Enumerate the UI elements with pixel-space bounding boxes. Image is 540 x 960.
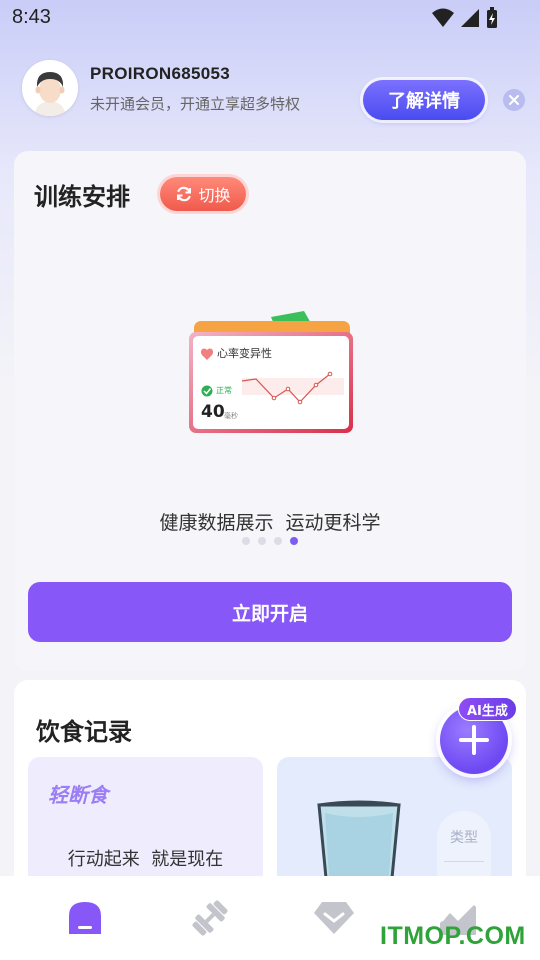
- home-icon: [69, 902, 101, 934]
- member-tip: 未开通会员，开通立享超多特权: [90, 95, 301, 113]
- hrv-card-title: 心率变异性: [217, 347, 272, 360]
- status-bar: 8:43: [0, 0, 540, 36]
- training-card: 训练安排 切换 心率变异性 正常 40 毫秒 健康数据展示 运动更科学 立即开启: [14, 151, 526, 671]
- fasting-subtitle: 行动起来 就是现在: [67, 849, 224, 870]
- refresh-icon: [177, 186, 192, 202]
- hrv-status: 正常: [216, 386, 232, 395]
- status-time: 8:43: [12, 6, 51, 28]
- hrv-unit: 毫秒: [224, 412, 238, 420]
- type-label: 类型: [450, 830, 478, 846]
- status-icons: [432, 7, 498, 29]
- divider: [444, 861, 484, 862]
- hrv-value: 40: [201, 402, 225, 422]
- start-now-button[interactable]: 立即开启: [28, 582, 512, 642]
- ai-generate-badge[interactable]: AI生成: [458, 697, 517, 721]
- tab-home[interactable]: [61, 894, 109, 942]
- carousel-dot[interactable]: [274, 537, 282, 545]
- switch-label: 切换: [198, 186, 231, 205]
- hrv-illustration: 心率变异性 正常 40 毫秒: [186, 311, 356, 441]
- profile-header: PROIRON685053 未开通会员，开通立享超多特权 了解详情: [22, 60, 525, 120]
- carousel-dot[interactable]: [242, 537, 250, 545]
- tab-member[interactable]: [310, 894, 358, 942]
- carousel-dots: [242, 537, 298, 545]
- carousel-dot[interactable]: [258, 537, 266, 545]
- carousel-slogan: 健康数据展示 运动更科学: [159, 512, 381, 534]
- switch-button[interactable]: 切换: [160, 177, 246, 211]
- battery-icon: [487, 7, 497, 28]
- diet-title: 饮食记录: [36, 718, 132, 746]
- wifi-icon: [432, 8, 454, 27]
- signal-icon: [461, 9, 479, 27]
- username: PROIRON685053: [90, 64, 230, 83]
- close-icon[interactable]: [503, 89, 525, 111]
- avatar[interactable]: [22, 60, 78, 116]
- fasting-title: 轻断食: [48, 783, 108, 807]
- dumbbell-icon: [192, 900, 228, 936]
- training-title: 训练安排: [34, 183, 130, 211]
- tab-training[interactable]: [186, 894, 234, 942]
- learn-more-button[interactable]: 了解详情: [363, 80, 485, 120]
- carousel-dot-active[interactable]: [290, 537, 298, 545]
- plus-icon: [459, 725, 489, 755]
- watermark: ITMOP.COM: [380, 922, 526, 950]
- diamond-icon: [314, 902, 354, 934]
